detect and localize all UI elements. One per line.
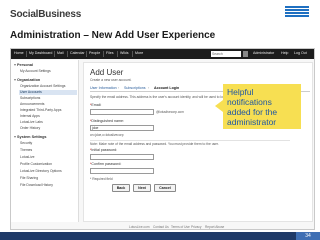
collapse-icon — [14, 78, 16, 81]
sidebar-item-account-settings[interactable]: My Account Settings — [19, 69, 77, 74]
footer-link[interactable]: Contact Us — [153, 225, 169, 229]
sidebar-item-download-history[interactable]: File Download History — [19, 183, 77, 188]
nav-help[interactable]: Help — [281, 51, 288, 55]
collapse-icon — [14, 135, 16, 138]
username-label: *Distinguished name: — [90, 119, 124, 123]
next-button[interactable]: Next — [133, 184, 151, 192]
password-note: Note: Make note of the email address and… — [90, 142, 219, 146]
nav-wikis[interactable]: Wikis — [120, 51, 129, 55]
app-screenshot: Home My Dashboard Mail Calendar People F… — [10, 48, 315, 230]
sidebar-item-order-history[interactable]: Order History — [19, 126, 77, 131]
footer-link[interactable]: Terms of Use — [171, 225, 190, 229]
sidebar-item-subscriptions[interactable]: Subscriptions — [19, 96, 77, 101]
callout-note: Helpful notifications added for the admi… — [223, 84, 301, 129]
sidebar-item-third-party-apps[interactable]: Integrated Third-Party Apps — [19, 108, 77, 113]
footer-link[interactable]: LotusLive.com — [129, 225, 150, 229]
step-account-login: Account Login — [154, 86, 180, 90]
step-user-info[interactable]: User Information — [90, 86, 117, 90]
sidebar-item-internal-apps[interactable]: Internal Apps — [19, 114, 77, 119]
email-field[interactable] — [90, 109, 154, 115]
admin-sidebar: Personal My Account Settings Organizatio… — [11, 60, 79, 222]
back-button[interactable]: Back — [112, 184, 130, 192]
sidebar-item-file-sharing[interactable]: File Sharing — [19, 176, 77, 181]
sidebar-item-themes[interactable]: Themes — [19, 148, 77, 153]
step-subscriptions[interactable]: Subscriptions — [124, 86, 146, 90]
sidebar-item-security[interactable]: Security — [19, 141, 77, 146]
step-arrow-icon: › — [118, 86, 120, 90]
sidebar-item-lotuslive[interactable]: LotusLive — [19, 155, 77, 160]
sidebar-item-labs[interactable]: LotusLive Labs — [19, 120, 77, 125]
footer-link[interactable]: Privacy — [191, 225, 201, 229]
nav-calendar[interactable]: Calendar — [70, 51, 85, 55]
nav-logout[interactable]: Log Out — [294, 51, 307, 55]
nav-home[interactable]: Home — [14, 51, 24, 55]
cancel-button[interactable]: Cancel — [154, 184, 176, 192]
divider — [90, 140, 290, 141]
sidebar-item-user-accounts[interactable]: User Accounts — [19, 90, 77, 95]
email-label: *Email: — [90, 103, 102, 107]
sidebar-item-profile[interactable]: Profile Customization — [19, 162, 77, 167]
confirm-password-label: *Confirm password: — [90, 162, 122, 166]
callout-line: Helpful notifications — [227, 87, 272, 107]
search-button[interactable] — [243, 51, 248, 57]
callout-line: added for the — [227, 107, 278, 117]
nav-files[interactable]: Files — [106, 51, 114, 55]
brand-logo: SocialBusiness — [10, 9, 82, 20]
required-note: * Required field — [90, 177, 113, 181]
nav-people[interactable]: People — [89, 51, 100, 55]
nav-mail[interactable]: Mail — [57, 51, 64, 55]
instructions-text: Specify the email address. This address … — [90, 95, 230, 99]
username-field[interactable]: jdoe — [90, 125, 154, 131]
confirm-password-field[interactable] — [90, 168, 154, 174]
page-title: Add User — [90, 68, 124, 77]
sidebar-section-system[interactable]: System Settings — [14, 135, 47, 139]
page-number: 34 — [296, 232, 320, 240]
slide-title: Administration – New Add User Experience — [10, 30, 216, 41]
email-domain-suffix: @lotuslivecorp.com — [156, 110, 184, 114]
username-hint: cn=jdoe,o=lotuslivecorp — [90, 133, 124, 137]
nav-dashboard[interactable]: My Dashboard — [29, 51, 52, 55]
sidebar-item-directory[interactable]: LotusLive Directory Options — [19, 169, 77, 174]
footer-link[interactable]: Report Abuse — [205, 225, 224, 229]
sidebar-item-org-settings[interactable]: Organization Account Settings — [19, 84, 77, 89]
sidebar-section-personal[interactable]: Personal — [14, 63, 33, 67]
nav-administrator[interactable]: Administrator — [253, 51, 274, 55]
nav-more[interactable]: More — [135, 51, 143, 55]
callout-pointer — [215, 100, 223, 112]
app-footer: LotusLive.com Contact Us Terms of Use Pr… — [11, 224, 314, 229]
collapse-icon — [14, 63, 16, 66]
app-top-nav: Home My Dashboard Mail Calendar People F… — [11, 49, 314, 59]
search-input[interactable]: Search — [211, 51, 241, 57]
password-field[interactable] — [90, 154, 154, 160]
ibm-logo-icon — [285, 6, 309, 20]
callout-line: administrator — [227, 117, 277, 127]
step-arrow-icon: › — [148, 86, 150, 90]
sidebar-section-organization[interactable]: Organization — [14, 78, 40, 82]
slide-footer-bar: 34 — [0, 232, 320, 240]
sidebar-item-announcements[interactable]: Announcements — [19, 102, 77, 107]
slide-header: SocialBusiness — [0, 0, 320, 26]
page-subtitle: Create a new user account. — [90, 78, 132, 82]
password-label: *Initial password: — [90, 148, 118, 152]
